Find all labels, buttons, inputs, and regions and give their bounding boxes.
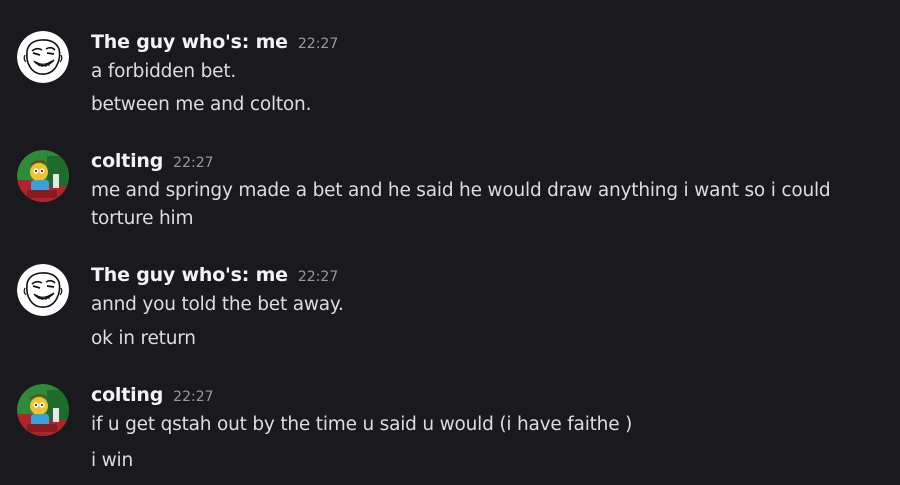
message-header: The guy who's: me 22:27	[91, 264, 338, 290]
message-header: The guy who's: me 22:27	[91, 31, 338, 57]
username[interactable]: The guy who's: me	[91, 264, 288, 286]
timestamp[interactable]: 22:27	[298, 269, 338, 285]
message-text: i win	[91, 450, 134, 471]
message-text: between me and colton.	[91, 94, 312, 115]
message-header: colting 22:27	[91, 150, 214, 176]
message-text: ok in return	[91, 328, 196, 349]
username[interactable]: The guy who's: me	[91, 31, 288, 53]
timestamp[interactable]: 22:27	[173, 155, 213, 171]
message-header: colting 22:27	[91, 384, 214, 410]
message-text: a forbidden bet.	[91, 61, 237, 82]
chat-messages: The guy who's: me 22:27 a forbidden bet.…	[0, 0, 900, 485]
cartoon-character-avatar-icon[interactable]	[17, 384, 69, 436]
timestamp[interactable]: 22:27	[298, 36, 338, 52]
username[interactable]: colting	[91, 150, 163, 172]
timestamp[interactable]: 22:27	[173, 389, 213, 405]
cartoon-character-avatar-icon[interactable]	[17, 150, 69, 202]
message-text: annd you told the bet away.	[91, 294, 344, 315]
message-text: me and springy made a bet and he said he…	[91, 180, 837, 229]
troll-face-avatar-icon[interactable]	[17, 264, 69, 316]
message-text: if u get qstah out by the time u said u …	[91, 414, 633, 435]
username[interactable]: colting	[91, 384, 163, 406]
troll-face-avatar-icon[interactable]	[17, 31, 69, 83]
